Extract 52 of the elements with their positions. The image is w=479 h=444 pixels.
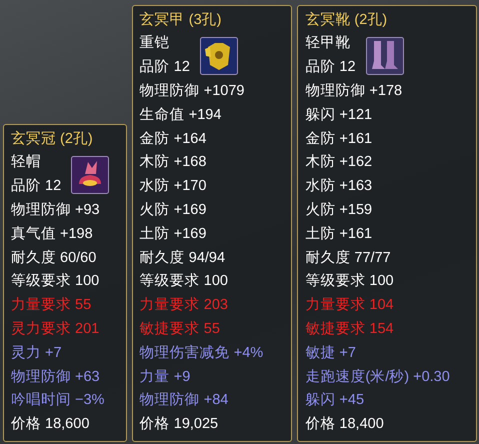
stat-line: 灵力 +7 (11, 344, 63, 363)
item-type: 轻帽 (11, 153, 42, 172)
stat-line: 吟唱时间 −3% (11, 391, 106, 410)
item-name: 玄冥甲 (3孔) (140, 10, 222, 30)
stat-line: 敏捷要求 55 (140, 320, 221, 340)
stat-line: 耐久度 77/77 (305, 248, 392, 268)
stat-line: 敏捷要求 154 (305, 320, 395, 340)
item-type: 轻甲靴 (305, 34, 352, 54)
stat-line: 等级要求 100 (11, 272, 100, 292)
stat-line: 木防 +168 (140, 153, 208, 172)
stat-line: 物理防御 +178 (305, 82, 404, 102)
stat-line: 真气值 +198 (11, 224, 94, 244)
item-type: 重铠 (140, 34, 171, 54)
stat-line: 等级要求 100 (305, 272, 395, 292)
stat-line: 耐久度 60/60 (11, 248, 98, 268)
stat-line: 力量要求 55 (11, 296, 92, 316)
armor-icon (200, 37, 238, 76)
item-name: 玄冥冠 (2孔) (11, 130, 94, 149)
stat-line: 生命值 +194 (140, 106, 222, 125)
stat-line: 木防 +162 (305, 153, 374, 172)
stat-line: 土防 +169 (140, 224, 208, 244)
item-name: 玄冥靴 (2孔) (305, 10, 388, 30)
stat-line: 物理防御 +84 (140, 391, 230, 410)
stat-line: 土防 +161 (305, 224, 374, 244)
item-grade: 品阶 12 (305, 58, 356, 78)
boots-icon (366, 37, 404, 76)
stat-line: 躲闪 +45 (305, 391, 366, 410)
stat-line: 物理防御 +93 (11, 201, 101, 220)
stat-line: 敏捷 +7 (305, 344, 357, 363)
stat-line: 物理防御 +63 (11, 368, 101, 387)
item-grade: 品阶 12 (140, 58, 190, 78)
stat-line: 水防 +163 (305, 177, 374, 196)
stat-line: 价格 18,600 (11, 415, 90, 434)
stat-line: 金防 +164 (140, 130, 208, 149)
stat-line: 火防 +169 (140, 201, 208, 220)
stat-line: 火防 +159 (305, 201, 374, 220)
stat-line: 躲闪 +121 (305, 106, 374, 125)
stat-line: 金防 +161 (305, 130, 374, 149)
hat-icon (71, 156, 110, 194)
stat-line: 灵力要求 201 (11, 320, 100, 340)
stat-line: 力量要求 104 (305, 296, 395, 316)
stat-line: 价格 18,400 (305, 415, 385, 434)
stat-line: 等级要求 100 (140, 272, 229, 292)
stat-line: 力量要求 203 (140, 296, 229, 316)
stat-line: 力量 +9 (140, 368, 192, 387)
item-grade: 品阶 12 (11, 177, 62, 196)
stat-line: 价格 19,025 (140, 415, 220, 434)
stat-line: 走跑速度(米/秒) +0.30 (305, 368, 451, 387)
stat-line: 水防 +170 (140, 177, 208, 196)
stat-line: 耐久度 94/94 (140, 248, 226, 268)
stat-line: 物理防御 +1079 (140, 82, 246, 102)
stat-line: 物理伤害减免 +4% (140, 344, 264, 363)
